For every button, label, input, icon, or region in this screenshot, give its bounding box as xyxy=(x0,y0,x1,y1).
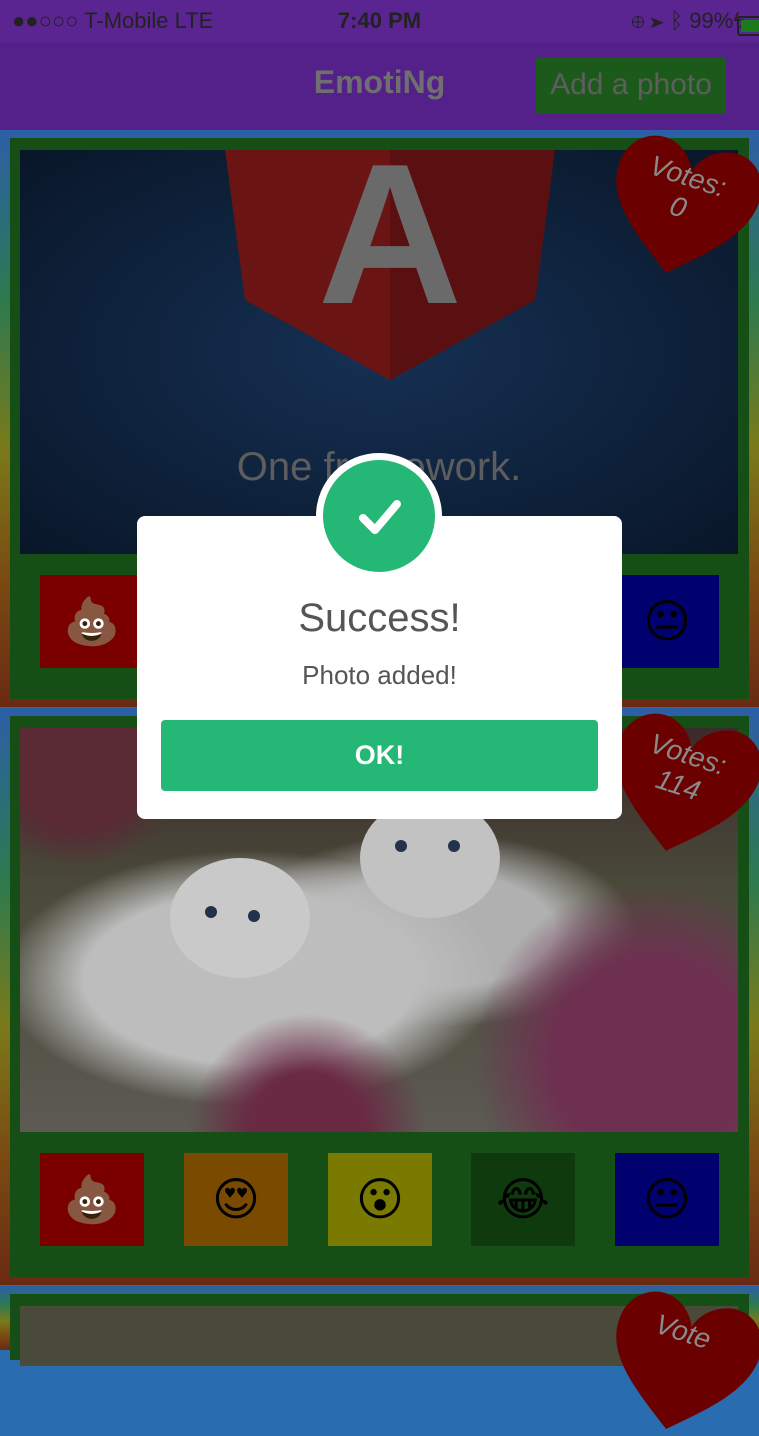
ok-button[interactable]: OK! xyxy=(161,720,598,791)
dialog-title: Success! xyxy=(298,596,461,640)
dialog-message: Photo added! xyxy=(302,660,457,690)
checkmark-icon xyxy=(359,500,401,534)
success-badge xyxy=(316,453,442,579)
check-circle xyxy=(323,460,435,572)
